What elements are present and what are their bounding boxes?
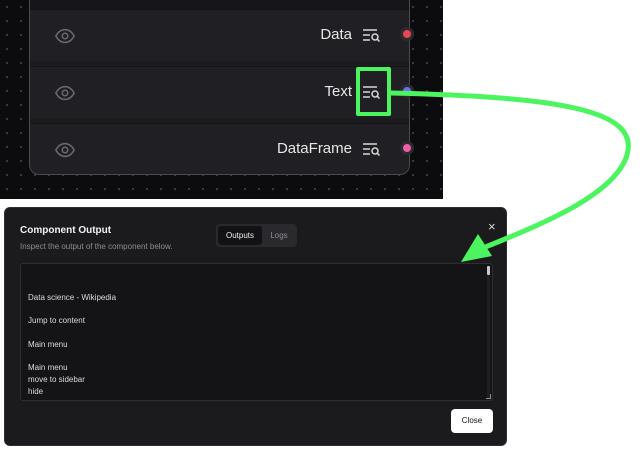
output-label-text: Text [324, 83, 352, 100]
scrollbar-track[interactable] [487, 266, 490, 398]
output-handle-text[interactable] [400, 84, 414, 98]
resize-grip-icon[interactable] [486, 394, 491, 399]
output-row-dataframe: DataFrame [30, 123, 409, 174]
output-row-data: Data [30, 9, 409, 61]
output-line: Jump to content [28, 316, 85, 325]
eye-icon[interactable] [54, 25, 76, 47]
output-line: move to sidebar [28, 375, 85, 384]
node-header [30, 0, 409, 9]
output-tabs: Outputs Logs [216, 224, 297, 247]
output-row-text: Text [30, 66, 409, 118]
component-output-modal: Component Output Inspect the output of t… [4, 207, 507, 446]
output-line: Data science - Wikipedia [28, 293, 117, 302]
output-line: hide [28, 387, 44, 396]
inspect-output-icon[interactable] [362, 140, 382, 160]
modal-title: Component Output [20, 225, 112, 236]
output-label-data: Data [320, 26, 352, 43]
tab-outputs[interactable]: Outputs [218, 226, 262, 245]
close-button[interactable]: Close [451, 409, 493, 433]
eye-icon[interactable] [54, 139, 76, 161]
output-label-dataframe: DataFrame [276, 140, 352, 157]
inspect-highlight-box [356, 67, 391, 116]
inspect-output-icon[interactable] [362, 26, 382, 46]
flow-canvas[interactable]: Data Text DataFrame [0, 0, 443, 199]
scrollbar-thumb[interactable] [487, 266, 490, 275]
close-icon[interactable]: × [488, 220, 496, 233]
modal-description: Inspect the output of the component belo… [20, 242, 173, 251]
output-handle-data[interactable] [400, 27, 414, 41]
output-line: Main menu [28, 363, 68, 372]
tab-logs[interactable]: Logs [263, 226, 295, 245]
output-line: Main menu [28, 340, 68, 349]
eye-icon[interactable] [54, 82, 76, 104]
component-node[interactable]: Data Text DataFrame [29, 0, 410, 175]
output-text-area[interactable]: Data science - Wikipedia Jump to content… [20, 263, 493, 401]
output-handle-dataframe[interactable] [400, 141, 414, 155]
